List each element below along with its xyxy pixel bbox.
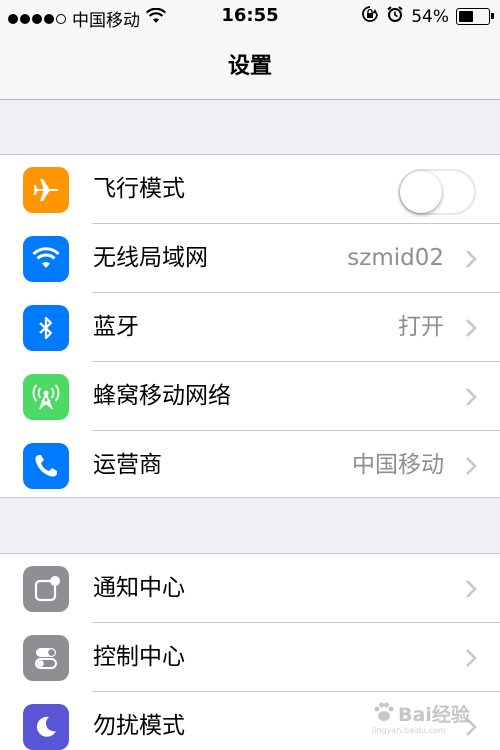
settings-row-bluetooth[interactable]: 蓝牙 打开: [0, 293, 500, 362]
settings-row-notification-center[interactable]: 通知中心: [0, 554, 500, 623]
watermark-brand: Bai经验: [398, 704, 470, 726]
settings-group-connectivity: 飞行模式 无线局域网 szmid02 蓝牙 打开 蜂窝移动网络 运营商 中国移动: [0, 154, 500, 498]
settings-row-label: 勿扰模式: [93, 713, 185, 739]
settings-row-carrier[interactable]: 运营商 中国移动: [0, 431, 500, 500]
chevron-right-icon: [466, 388, 477, 406]
do-not-disturb-icon: [23, 704, 69, 750]
chevron-right-icon: [466, 649, 477, 667]
status-right: 54%: [361, 5, 494, 28]
battery-percent: 54%: [411, 6, 449, 27]
control-center-icon: [23, 635, 69, 681]
chevron-right-icon: [466, 457, 477, 475]
settings-row-value: szmid02: [347, 245, 444, 271]
settings-row-label: 控制中心: [93, 644, 185, 670]
bluetooth-icon: [23, 305, 69, 351]
chevron-right-icon: [466, 250, 477, 268]
baidu-paw-icon: [374, 702, 394, 721]
chevron-right-icon: [466, 319, 477, 337]
settings-row-control-center[interactable]: 控制中心: [0, 623, 500, 692]
settings-row-label: 蜂窝移动网络: [93, 383, 231, 409]
navigation-bar: 设置: [0, 34, 500, 100]
settings-row-cellular[interactable]: 蜂窝移动网络: [0, 362, 500, 431]
settings-row-wlan[interactable]: 无线局域网 szmid02: [0, 224, 500, 293]
settings-row-label: 蓝牙: [93, 314, 139, 340]
cellular-icon: [23, 374, 69, 420]
notification-center-icon: [23, 566, 69, 612]
battery-level-fill: [459, 11, 474, 22]
airplane-mode-toggle[interactable]: [398, 169, 476, 215]
watermark: Bai经验 jingyan.baidu.com: [372, 698, 492, 740]
wifi-icon: [23, 236, 69, 282]
alarm-icon: [386, 5, 404, 28]
chevron-right-icon: [466, 580, 477, 598]
airplane-icon: [23, 167, 69, 213]
settings-row-airplane-mode: 飞行模式: [0, 155, 500, 224]
settings-row-label: 无线局域网: [93, 245, 208, 271]
battery-icon: [456, 8, 494, 25]
settings-row-value: 打开: [398, 314, 444, 340]
settings-row-label: 通知中心: [93, 575, 185, 601]
watermark-url: jingyan.baidu.com: [372, 726, 446, 735]
phone-icon: [23, 443, 69, 489]
page-title: 设置: [227, 54, 272, 79]
settings-row-label: 飞行模式: [93, 176, 185, 202]
settings-row-label: 运营商: [93, 452, 162, 478]
status-bar: 中国移动 16:55 54%: [0, 0, 500, 34]
settings-row-value: 中国移动: [352, 452, 444, 478]
rotation-lock-icon: [361, 5, 379, 28]
toggle-knob: [400, 171, 442, 213]
